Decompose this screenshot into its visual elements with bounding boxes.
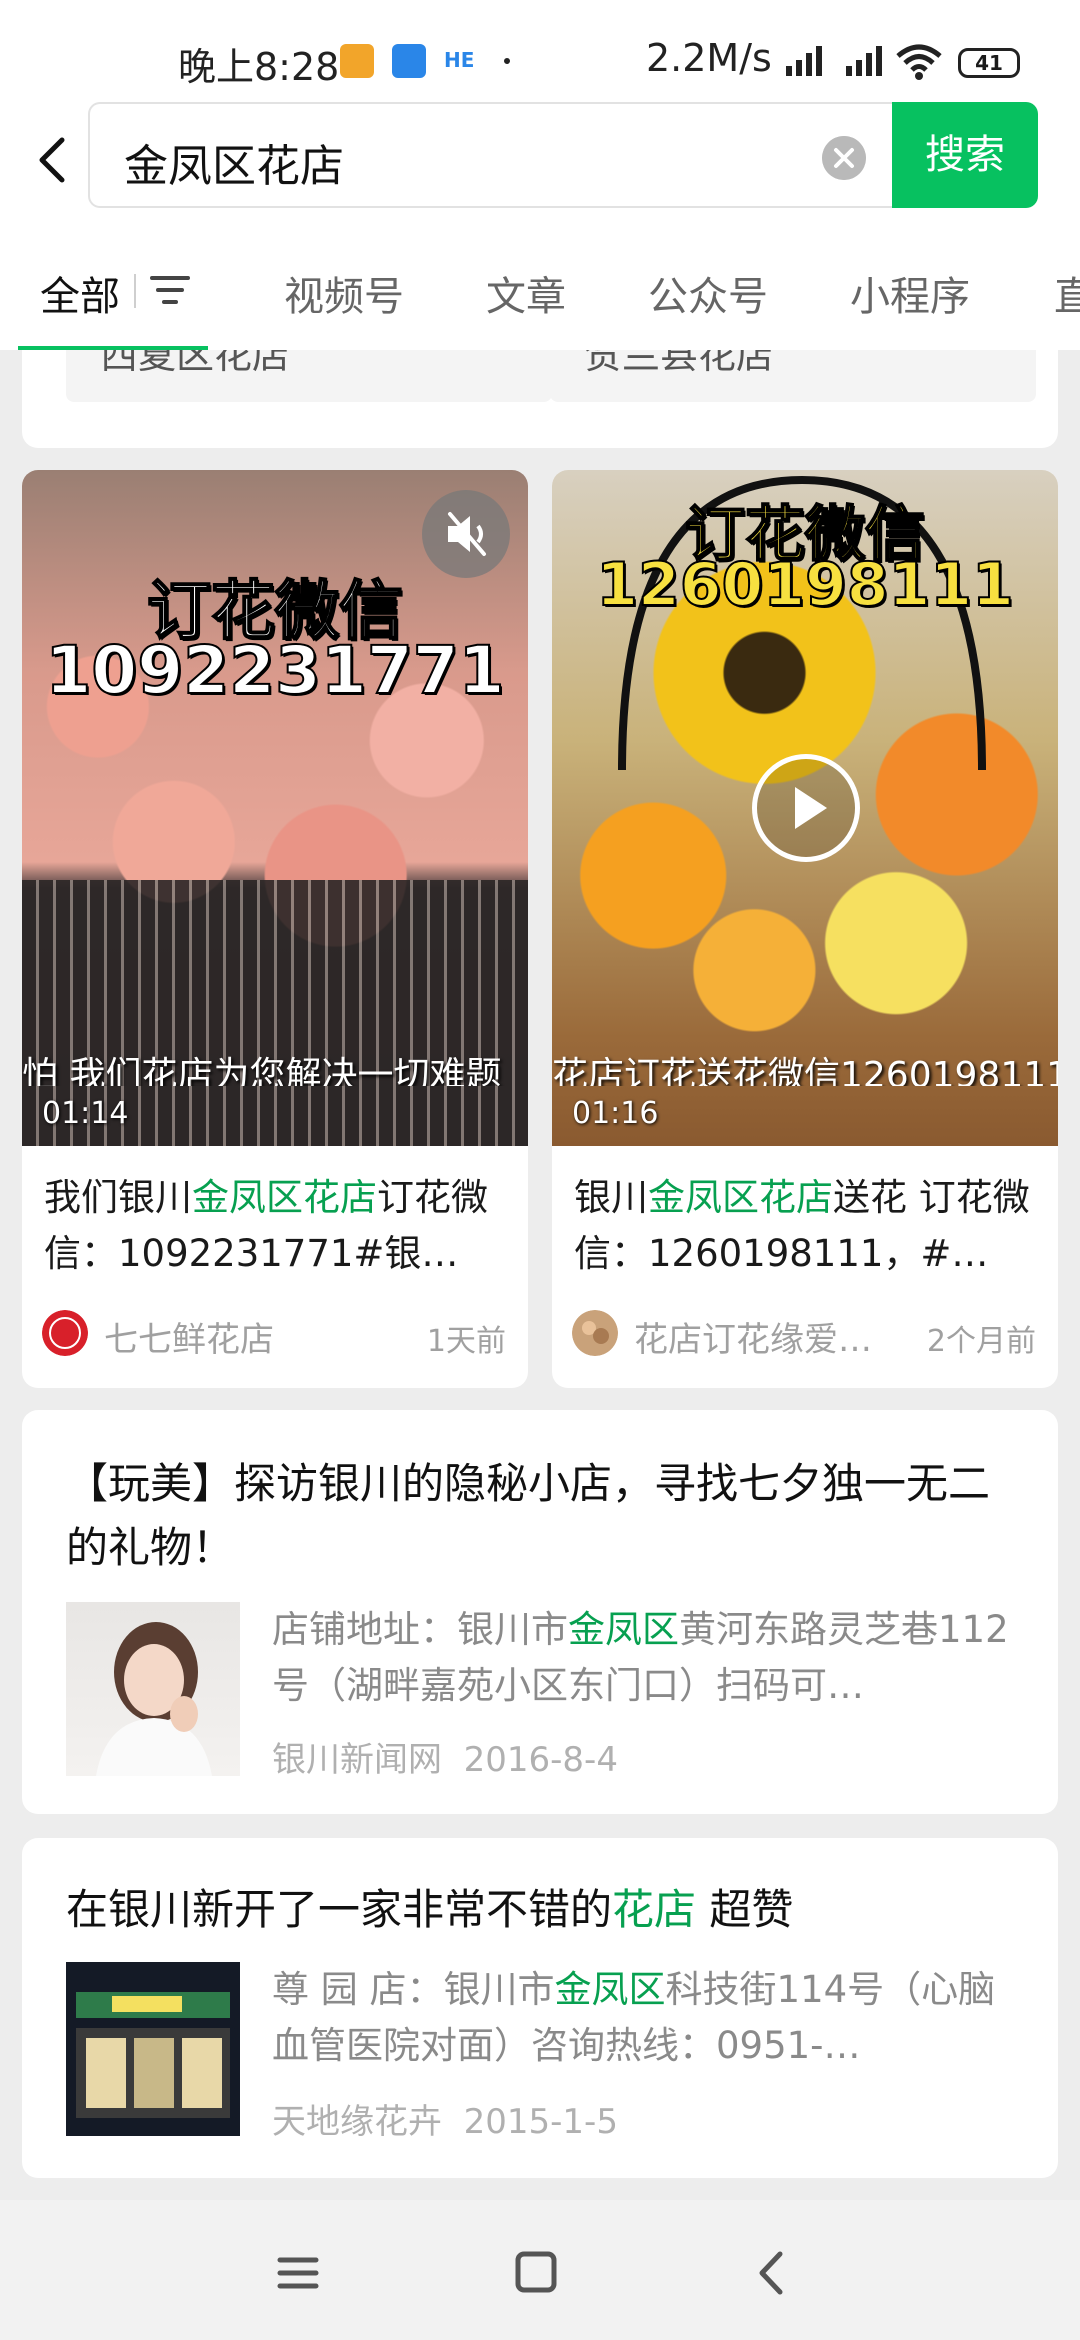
video-card[interactable]: 订花微信 1092231771 怕 我们花店为您解决一切难题 01:14 我们银… — [22, 470, 528, 1388]
article-source[interactable]: 银川新闻网 — [272, 1740, 442, 1780]
battery-icon: 41 — [958, 48, 1020, 78]
back-arrow-icon[interactable] — [22, 128, 86, 192]
video-duration: 01:14 — [42, 1096, 129, 1131]
tab-mini-programs[interactable]: 小程序 — [850, 264, 970, 322]
signal-icon-1 — [786, 42, 822, 76]
article-source[interactable]: 天地缘花卉 — [272, 2102, 442, 2142]
video-subtitle: 怕 我们花店为您解决一切难题 — [22, 1055, 502, 1086]
status-bar: 晚上8:28 HE 2.2M/s 41 — [0, 0, 1080, 100]
tab-all[interactable]: 全部 — [40, 264, 120, 322]
search-input[interactable]: 金凤区花店 — [88, 102, 894, 208]
video-overlay-number: 1092231771 — [44, 631, 505, 710]
portrait-image — [96, 1622, 212, 1776]
tab-bar: 全部 视频号 文章 公众号 小程序 直 — [0, 230, 1080, 350]
video-title[interactable]: 我们银川金凤区花店订花微信：1092231771#银… — [44, 1170, 506, 1286]
back-icon[interactable] — [744, 2246, 804, 2300]
search-header: 金凤区花店 搜索 — [0, 100, 1080, 230]
video-thumbnail[interactable]: 订花微信 1260198111 花店订花送花微信1260198111 01:16 — [552, 470, 1058, 1146]
muted-speaker-icon — [448, 512, 486, 556]
signal-icon-2 — [846, 42, 882, 76]
author-avatar — [42, 1310, 88, 1356]
tab-official-accounts[interactable]: 公众号 — [648, 264, 768, 322]
clear-icon[interactable] — [822, 136, 866, 180]
author-avatar — [572, 1310, 618, 1356]
video-card[interactable]: 订花微信 1260198111 花店订花送花微信1260198111 01:16… — [552, 470, 1058, 1388]
related-search-chip[interactable]: 贺兰县花店 — [550, 350, 1036, 402]
status-time: 晚上8:28 — [178, 45, 340, 89]
hd-network-icon: HE — [444, 48, 475, 72]
article-title[interactable]: 在银川新开了一家非常不错的花店 超赞 — [66, 1878, 1026, 1942]
article-date: 2016-8-4 — [463, 1740, 618, 1780]
tab-channels[interactable]: 视频号 — [284, 264, 404, 322]
article-meta: 银川新闻网 2016-8-4 — [272, 1732, 618, 1781]
snowflake-app-icon — [392, 44, 426, 78]
wifi-icon — [896, 44, 942, 80]
tab-live[interactable]: 直 — [1054, 264, 1080, 322]
video-author[interactable]: 花店订花缘爱… — [634, 1312, 894, 1361]
related-search-chip[interactable]: 西夏区花店 — [66, 350, 552, 402]
video-overlay-number: 1260198111 — [595, 549, 1014, 621]
article-meta: 天地缘花卉 2015-1-5 — [272, 2094, 618, 2143]
play-icon — [795, 787, 827, 829]
article-card[interactable]: 在银川新开了一家非常不错的花店 超赞 尊 园 店：银川市金凤区科技街114号（心… — [22, 1838, 1058, 2178]
tab-divider — [134, 274, 136, 308]
video-post-time: 1天前 — [426, 1324, 506, 1359]
search-button[interactable]: 搜索 — [892, 102, 1038, 208]
filter-icon[interactable] — [150, 270, 190, 310]
tab-articles[interactable]: 文章 — [486, 264, 566, 322]
mute-button[interactable] — [422, 490, 510, 578]
article-title[interactable]: 【玩美】探访银川的隐秘小店，寻找七夕独一无二的礼物！ — [66, 1452, 1026, 1580]
article-excerpt: 尊 园 店：银川市金凤区科技街114号（心脑血管医院对面）咨询热线：0951-… — [272, 1968, 996, 2067]
article-card[interactable]: 【玩美】探访银川的隐秘小店，寻找七夕独一无二的礼物！ 店铺地址：银川市金凤区黄河… — [22, 1410, 1058, 1814]
notification-app-icon — [340, 44, 374, 78]
video-title[interactable]: 银川金凤区花店送花 订花微信：1260198111，#… — [574, 1170, 1036, 1286]
related-searches-card: 西夏区花店 贺兰县花店 — [22, 350, 1058, 448]
search-query-text: 金凤区花店 — [124, 141, 344, 192]
article-date: 2015-1-5 — [463, 2102, 618, 2142]
dot-icon — [504, 58, 510, 64]
home-icon[interactable] — [506, 2246, 566, 2300]
video-post-time: 2个月前 — [926, 1324, 1036, 1359]
video-duration: 01:16 — [572, 1096, 659, 1131]
article-excerpt: 店铺地址：银川市金凤区黄河东路灵芝巷112号（湖畔嘉苑小区东门口）扫码可… — [272, 1608, 1009, 1707]
play-button[interactable] — [752, 754, 860, 862]
system-nav-bar — [0, 2200, 1080, 2340]
video-author[interactable]: 七七鲜花店 — [104, 1312, 364, 1361]
article-thumbnail — [66, 1602, 240, 1776]
network-speed: 2.2M/s — [646, 36, 772, 80]
menu-icon[interactable] — [268, 2246, 328, 2300]
article-thumbnail — [66, 1962, 240, 2136]
video-subtitle: 花店订花送花微信1260198111 — [552, 1055, 1058, 1086]
video-thumbnail[interactable]: 订花微信 1092231771 怕 我们花店为您解决一切难题 01:14 — [22, 470, 528, 1146]
storefront-image — [66, 1962, 240, 2136]
